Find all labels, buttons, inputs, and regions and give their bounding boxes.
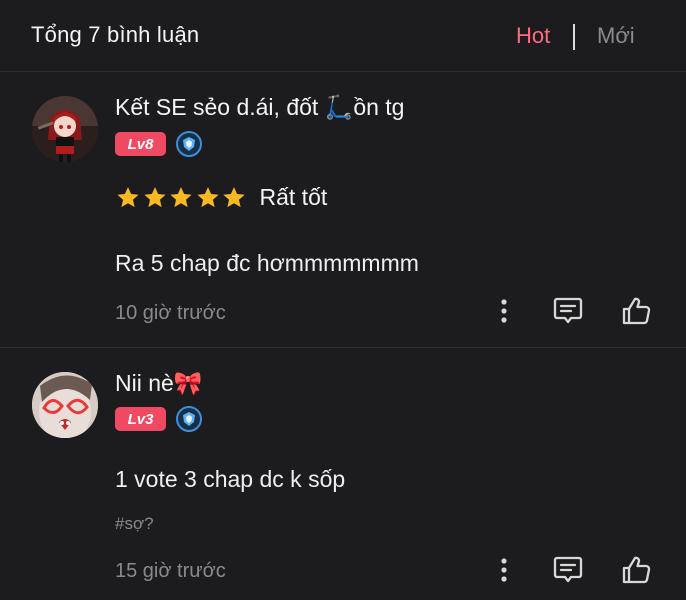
more-options-button[interactable]: [486, 552, 522, 588]
rating-label: Rất tốt: [259, 184, 328, 210]
comment-item: Nii nè🎀 Lv3 1 vote 3 chap dc k sốp #sợ? …: [0, 348, 686, 600]
reply-button[interactable]: [550, 293, 586, 329]
comment-bubble-icon: [553, 556, 583, 583]
comment-text: 1 vote 3 chap dc k sốp: [115, 466, 346, 492]
username[interactable]: Kết SE sẻo d.ái, đốt 🛴ồn tg: [115, 94, 404, 121]
hashtag[interactable]: #sợ?: [115, 514, 154, 534]
blue-shield-icon: [176, 131, 202, 157]
comment-bubble-icon: [553, 297, 583, 324]
thumbs-up-icon: [622, 556, 651, 584]
comment-time: 15 giờ trước: [115, 560, 226, 582]
rating: Rất tốt: [115, 184, 327, 211]
star-icon: [170, 186, 192, 207]
thumbs-up-icon: [622, 297, 651, 325]
level-badge: Lv8: [115, 132, 166, 156]
level-badge: Lv3: [115, 407, 166, 431]
star-icon: [196, 186, 219, 207]
reply-button[interactable]: [550, 552, 586, 588]
more-options-button[interactable]: [486, 293, 522, 329]
comment-count-title: Tổng 7 bình luận: [31, 22, 200, 47]
blue-shield-icon: [176, 406, 202, 432]
star-icon: [143, 186, 166, 207]
vertical-dots-icon: [501, 299, 507, 323]
tab-divider: [573, 24, 575, 50]
avatar[interactable]: [32, 96, 98, 162]
comment-actions: [486, 293, 666, 329]
avatar[interactable]: [32, 372, 98, 438]
comments-header: Tổng 7 bình luận Hot Mới: [0, 0, 686, 72]
vertical-dots-icon: [501, 558, 507, 582]
star-icon: [117, 186, 139, 207]
comment-item: Kết SE sẻo d.ái, đốt 🛴ồn tg Lv8 Rất tốt …: [0, 72, 686, 348]
tab-new[interactable]: Mới: [597, 23, 635, 49]
star-rating: [115, 185, 248, 211]
user-badges: Lv8: [115, 131, 202, 157]
like-button[interactable]: [618, 552, 654, 588]
star-icon: [223, 186, 245, 207]
user-badges: Lv3: [115, 406, 202, 432]
tab-hot[interactable]: Hot: [516, 23, 550, 49]
like-button[interactable]: [618, 293, 654, 329]
comment-time: 10 giờ trước: [115, 302, 226, 324]
comment-text: Ra 5 chap đc hơmmmmmmm: [115, 250, 419, 276]
username[interactable]: Nii nè🎀: [115, 370, 202, 397]
comment-actions: [486, 552, 666, 588]
